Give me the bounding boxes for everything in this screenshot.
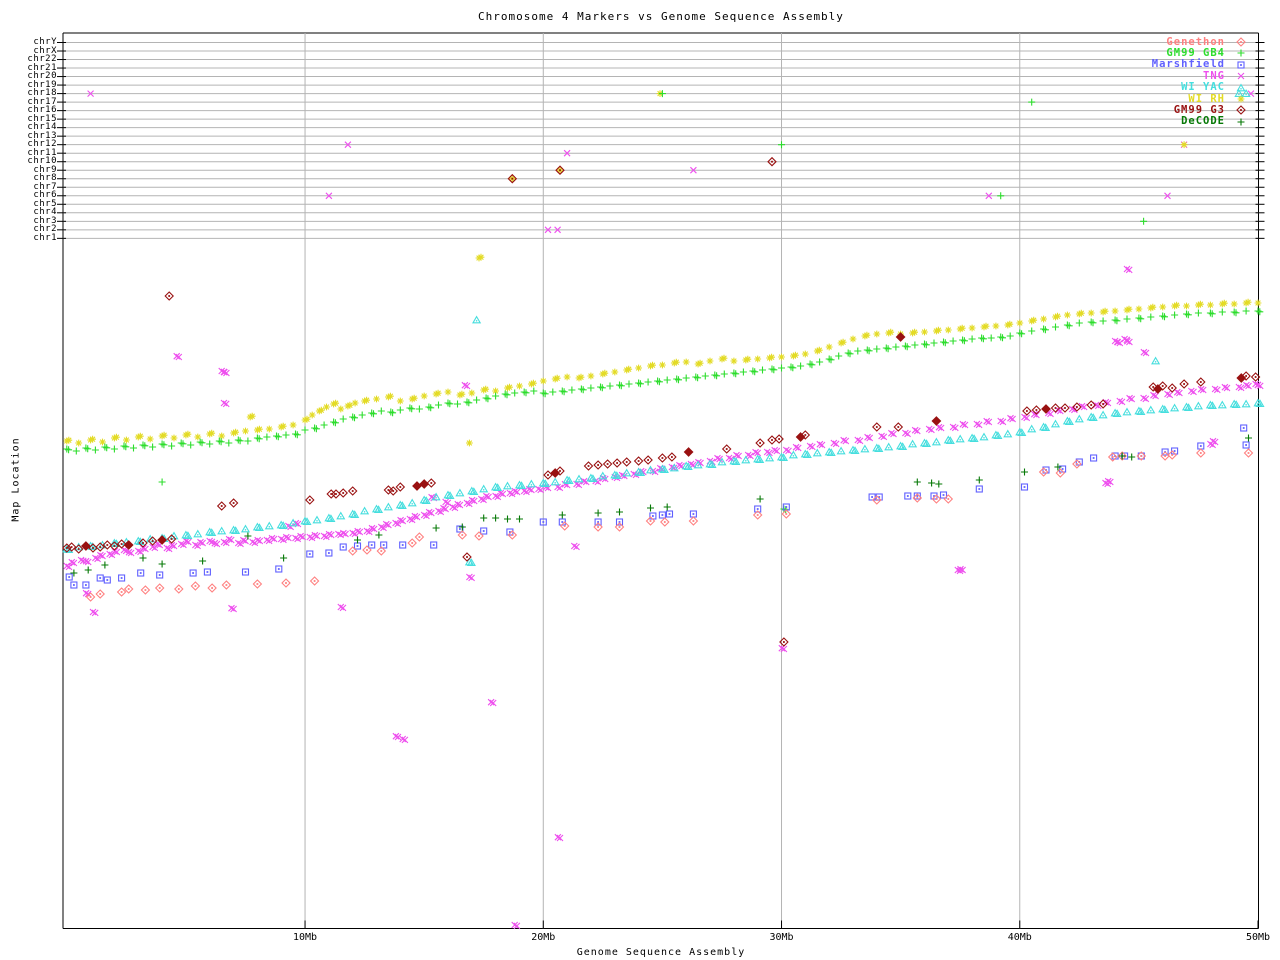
x-tick-label-10Mb: 10Mb (275, 932, 335, 943)
legend-label: GM99 G3 (1174, 105, 1225, 116)
legend-label: TNG (1203, 71, 1225, 82)
chrom-label-chr1: chr1 (0, 234, 57, 243)
x-tick-label-30Mb: 30Mb (752, 932, 812, 943)
legend-item-wi_yac: WI YAC (1000, 82, 1248, 94)
series-marshfield (66, 425, 1249, 588)
legend-label: WI YAC (1181, 82, 1225, 93)
series-genethon (87, 449, 1253, 601)
legend-label: GM99 GB4 (1166, 48, 1225, 59)
legend-label: Marshfield (1152, 59, 1225, 70)
chart-figure: Chromosome 4 Markers vs Genome Sequence … (0, 0, 1280, 960)
legend-label: Genethon (1166, 37, 1225, 48)
legend-label: DeCODE (1181, 116, 1225, 127)
legend-marker-asterisk-icon (1234, 93, 1248, 105)
legend-marker-plus-icon (1234, 47, 1248, 59)
x-tick-label-40Mb: 40Mb (990, 932, 1050, 943)
legend-marker-diamond-icon (1234, 104, 1248, 116)
legend-item-decode: DeCODE (1000, 116, 1248, 128)
x-tick-label-50Mb: 50Mb (1228, 932, 1280, 943)
legend-marker-square-icon (1234, 59, 1248, 71)
legend-marker-diamond-icon (1234, 36, 1248, 48)
x-tick-label-20Mb: 20Mb (513, 932, 573, 943)
plot-canvas (0, 0, 1280, 960)
series-wi_rh (63, 90, 1261, 446)
series-tng (64, 91, 1263, 929)
legend-marker-cross-icon (1234, 70, 1248, 82)
plot-frame (63, 33, 1259, 929)
legend-item-marshfield: Marshfield (1000, 59, 1248, 71)
legend-label: WI RH (1188, 94, 1225, 105)
legend-marker-plus-icon (1234, 116, 1248, 128)
legend-marker-triangle-icon (1234, 82, 1248, 94)
